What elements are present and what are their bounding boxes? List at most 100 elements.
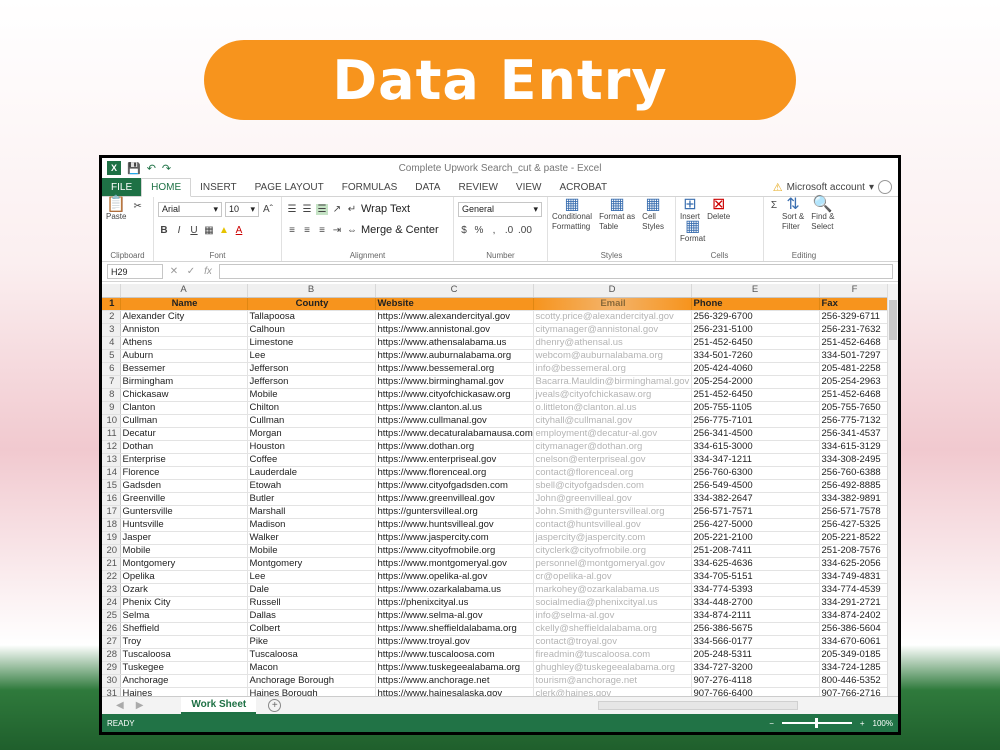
name-cell[interactable]: Tuskegee: [120, 661, 248, 675]
phone-cell[interactable]: 251-452-6450: [691, 336, 820, 350]
number-format-select[interactable]: General ▾: [458, 201, 542, 217]
horizontal-scrollbar[interactable]: [598, 701, 798, 710]
name-box[interactable]: H29: [107, 264, 163, 279]
website-cell[interactable]: https://www.cityofmobile.org: [375, 544, 534, 558]
website-cell[interactable]: https://www.selma-al.gov: [375, 609, 534, 623]
row-number[interactable]: 10: [102, 414, 121, 428]
column-header[interactable]: E: [691, 284, 820, 298]
row-number[interactable]: 17: [102, 505, 121, 519]
county-cell[interactable]: Jefferson: [247, 362, 376, 376]
website-cell[interactable]: https://phenixcityal.us: [375, 596, 534, 610]
phone-cell[interactable]: 334-566-0177: [691, 635, 820, 649]
county-cell[interactable]: Montgomery: [247, 557, 376, 571]
column-header[interactable]: B: [247, 284, 376, 298]
select-all-corner[interactable]: [102, 284, 121, 298]
county-cell[interactable]: Haines Borough: [247, 687, 376, 696]
fax-cell[interactable]: 334-308-2495: [819, 453, 891, 467]
align-right-icon[interactable]: ≡: [316, 225, 328, 236]
cell-styles-button[interactable]: ▦ Cell Styles: [642, 197, 664, 232]
website-cell[interactable]: https://www.hainesalaska.gov: [375, 687, 534, 696]
email-cell[interactable]: citymanager@dothan.org: [533, 440, 692, 454]
tab-acrobat[interactable]: ACROBAT: [550, 178, 616, 196]
email-cell[interactable]: jveals@cityofchickasaw.org: [533, 388, 692, 402]
phone-cell[interactable]: 334-874-2111: [691, 609, 820, 623]
email-cell[interactable]: socialmedia@phenixcityal.us: [533, 596, 692, 610]
row-number[interactable]: 12: [102, 440, 121, 454]
county-cell[interactable]: Calhoun: [247, 323, 376, 337]
font-name-select[interactable]: Arial ▾: [158, 201, 222, 217]
name-cell[interactable]: Dothan: [120, 440, 248, 454]
row-number[interactable]: 5: [102, 349, 121, 363]
row-number[interactable]: 29: [102, 661, 121, 675]
county-cell[interactable]: Jefferson: [247, 375, 376, 389]
zoom-out-icon[interactable]: −: [769, 719, 774, 728]
email-cell[interactable]: employment@decatur-al.gov: [533, 427, 692, 441]
email-cell[interactable]: cityclerk@cityofmobile.org: [533, 544, 692, 558]
font-size-select[interactable]: 10 ▾: [225, 201, 259, 217]
fill-color-icon[interactable]: ▲: [218, 225, 230, 236]
website-cell[interactable]: https://www.dothan.org: [375, 440, 534, 454]
website-cell[interactable]: https://www.tuskegeealabama.org: [375, 661, 534, 675]
website-cell[interactable]: https://www.clanton.al.us: [375, 401, 534, 415]
phone-cell[interactable]: 334-705-5151: [691, 570, 820, 584]
row-number[interactable]: 31: [102, 687, 121, 696]
row-number[interactable]: 24: [102, 596, 121, 610]
name-cell[interactable]: Huntsville: [120, 518, 248, 532]
header-cell-phone[interactable]: Phone: [691, 297, 820, 311]
website-cell[interactable]: https://www.troyal.gov: [375, 635, 534, 649]
vertical-scrollbar[interactable]: [887, 284, 898, 696]
function-icon[interactable]: fx: [202, 266, 214, 277]
zoom-slider[interactable]: [781, 718, 852, 728]
column-header[interactable]: F: [819, 284, 891, 298]
fax-cell[interactable]: 256-775-7132: [819, 414, 891, 428]
name-cell[interactable]: Tuscaloosa: [120, 648, 248, 662]
bold-icon[interactable]: B: [158, 225, 170, 236]
name-cell[interactable]: Jasper: [120, 531, 248, 545]
fax-cell[interactable]: 256-386-5604: [819, 622, 891, 636]
fax-cell[interactable]: 256-760-6388: [819, 466, 891, 480]
county-cell[interactable]: Russell: [247, 596, 376, 610]
fax-cell[interactable]: 334-625-2056: [819, 557, 891, 571]
email-cell[interactable]: clerk@haines.gov: [533, 687, 692, 696]
redo-icon[interactable]: ↷: [162, 162, 171, 175]
row-number[interactable]: 30: [102, 674, 121, 688]
header-cell-website[interactable]: Website: [375, 297, 534, 311]
phone-cell[interactable]: 334-727-3200: [691, 661, 820, 675]
email-cell[interactable]: jaspercity@jaspercity.com: [533, 531, 692, 545]
cut-icon[interactable]: ✂: [134, 201, 142, 212]
sort-filter-button[interactable]: ⇅ Sort & Filter: [782, 197, 804, 232]
paste-button[interactable]: 📋 Paste: [106, 197, 126, 222]
email-cell[interactable]: fireadmin@tuscaloosa.com: [533, 648, 692, 662]
name-cell[interactable]: Gadsden: [120, 479, 248, 493]
tab-file[interactable]: FILE: [102, 178, 142, 196]
email-cell[interactable]: contact@troyal.gov: [533, 635, 692, 649]
email-cell[interactable]: webcom@auburnalabama.org: [533, 349, 692, 363]
county-cell[interactable]: Anchorage Borough: [247, 674, 376, 688]
email-cell[interactable]: personnel@montgomeryal.gov: [533, 557, 692, 571]
format-as-table-button[interactable]: ▦ Format as Table: [599, 197, 635, 232]
website-cell[interactable]: https://www.decaturalabamausa.com: [375, 427, 534, 441]
sheet-prev-icon[interactable]: ◀: [116, 700, 124, 711]
header-cell-fax[interactable]: Fax: [819, 297, 891, 311]
row-number[interactable]: 28: [102, 648, 121, 662]
name-cell[interactable]: Chickasaw: [120, 388, 248, 402]
conditional-formatting-button[interactable]: ▦ Conditional Formatting: [552, 197, 592, 232]
header-cell-county[interactable]: County: [247, 297, 376, 311]
phone-cell[interactable]: 256-427-5000: [691, 518, 820, 532]
phone-cell[interactable]: 256-386-5675: [691, 622, 820, 636]
fax-cell[interactable]: 334-501-7297: [819, 349, 891, 363]
email-cell[interactable]: info@selma-al.gov: [533, 609, 692, 623]
row-number[interactable]: 21: [102, 557, 121, 571]
county-cell[interactable]: Colbert: [247, 622, 376, 636]
name-cell[interactable]: Phenix City: [120, 596, 248, 610]
fax-cell[interactable]: 251-208-7576: [819, 544, 891, 558]
autosum-icon[interactable]: Σ: [768, 200, 780, 211]
column-header[interactable]: A: [120, 284, 248, 298]
county-cell[interactable]: Lauderdale: [247, 466, 376, 480]
name-cell[interactable]: Haines: [120, 687, 248, 696]
increase-decimal-icon[interactable]: .0: [503, 225, 515, 236]
county-cell[interactable]: Cullman: [247, 414, 376, 428]
email-cell[interactable]: Bacarra.Mauldin@birminghamal.gov: [533, 375, 692, 389]
name-cell[interactable]: Alexander City: [120, 310, 248, 324]
currency-icon[interactable]: $: [458, 225, 470, 236]
